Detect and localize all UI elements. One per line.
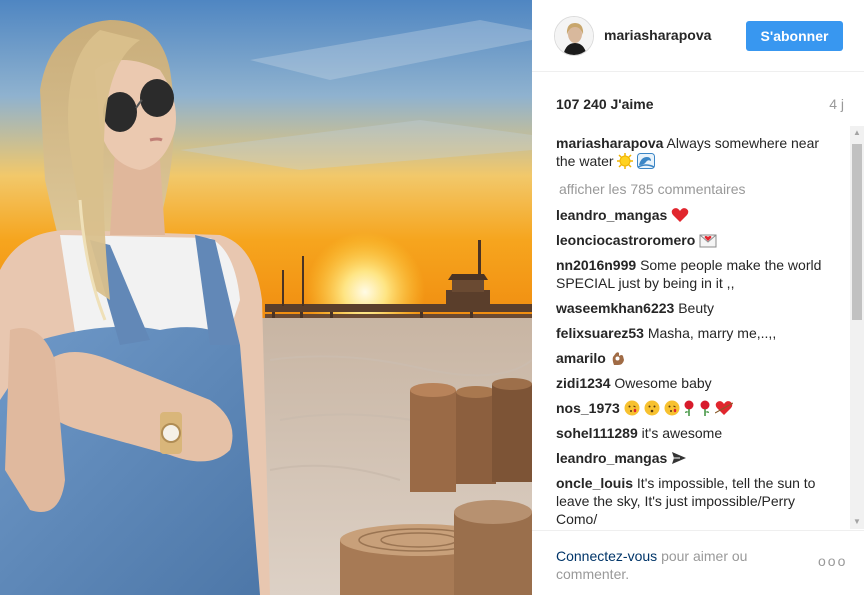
kiss-face-icon (624, 400, 640, 416)
post-photo[interactable] (0, 0, 532, 595)
post-sidebar: mariasharapova S'abonner 107 240 J'aime … (532, 0, 864, 595)
comments-scrollbar[interactable]: ▲ ▼ (850, 126, 864, 529)
caption: mariasharapova Always somewhere near the… (556, 134, 832, 170)
comment-username[interactable]: zidi1234 (556, 375, 610, 391)
comment-item: zidi1234 Owesome baby (556, 374, 832, 392)
comment-username[interactable]: leonciocastroromero (556, 232, 695, 248)
rose-icon (700, 400, 710, 416)
post-footer: Connectez-vous pour aimer ou commenter. … (532, 530, 864, 595)
comment-username[interactable]: sohel111289 (556, 425, 638, 441)
comment-item: oncle_louis It's impossible, tell the su… (556, 474, 832, 526)
rose-icon (684, 400, 694, 416)
comment-username[interactable]: oncle_louis (556, 475, 633, 491)
comment-item: leonciocastroromero (556, 231, 832, 249)
comment-item: leandro_mangas (556, 206, 832, 224)
likes-row: 107 240 J'aime 4 j (556, 96, 844, 114)
sun-icon (617, 153, 634, 169)
love-letter-icon (699, 234, 717, 248)
comment-item: waseemkhan6223 Beuty (556, 299, 832, 317)
scroll-thumb[interactable] (852, 144, 862, 320)
comment-text: Owesome baby (614, 375, 712, 391)
comments-list: mariasharapova Always somewhere near the… (556, 134, 832, 526)
login-prompt: Connectez-vous pour aimer ou commenter. (556, 547, 786, 583)
scroll-down-arrow-icon[interactable]: ▼ (850, 515, 864, 529)
comment-item: amarilo (556, 349, 832, 367)
scroll-up-arrow-icon[interactable]: ▲ (850, 126, 864, 140)
caption-username[interactable]: mariasharapova (556, 135, 663, 151)
comment-username[interactable]: felixsuarez53 (556, 325, 644, 341)
likes-count[interactable]: 107 240 J'aime (556, 96, 654, 112)
comment-username[interactable]: leandro_mangas (556, 207, 667, 223)
comment-item: nos_1973 (556, 399, 832, 417)
comment-text: it's awesome (641, 425, 723, 441)
login-link[interactable]: Connectez-vous (556, 548, 657, 564)
view-all-comments-link[interactable]: afficher les 785 commentaires (559, 180, 832, 198)
kiss-face-icon (644, 400, 660, 416)
comment-username[interactable]: waseemkhan6223 (556, 300, 674, 316)
comment-username[interactable]: leandro_mangas (556, 450, 667, 466)
comment-item: felixsuarez53 Masha, marry me,..,, (556, 324, 832, 342)
heart-arrow-icon (715, 401, 734, 415)
comment-item: nn2016n999 Some people make the world SP… (556, 256, 832, 292)
comment-text: Beuty (678, 300, 715, 316)
follow-button[interactable]: S'abonner (746, 21, 843, 51)
comment-item: leandro_mangas (556, 449, 832, 467)
more-options-icon[interactable]: ooo (818, 553, 847, 569)
comment-text: Masha, marry me,..,, (647, 325, 777, 341)
wave-icon (637, 153, 656, 169)
photo-image (0, 0, 532, 595)
heart-icon (671, 208, 689, 222)
comment-username[interactable]: nn2016n999 (556, 257, 636, 273)
post-age[interactable]: 4 j (829, 96, 844, 112)
airplane-icon (672, 452, 687, 464)
comment-item: sohel111289 it's awesome (556, 424, 832, 442)
kiss-face-icon (664, 400, 679, 416)
comment-username[interactable]: amarilo (556, 350, 606, 366)
avatar[interactable] (554, 16, 594, 56)
ok-hand-icon (612, 352, 624, 365)
comment-username[interactable]: nos_1973 (556, 400, 620, 416)
avatar-image (555, 17, 593, 55)
post-header: mariasharapova S'abonner (532, 0, 864, 72)
username-link[interactable]: mariasharapova (604, 27, 711, 43)
